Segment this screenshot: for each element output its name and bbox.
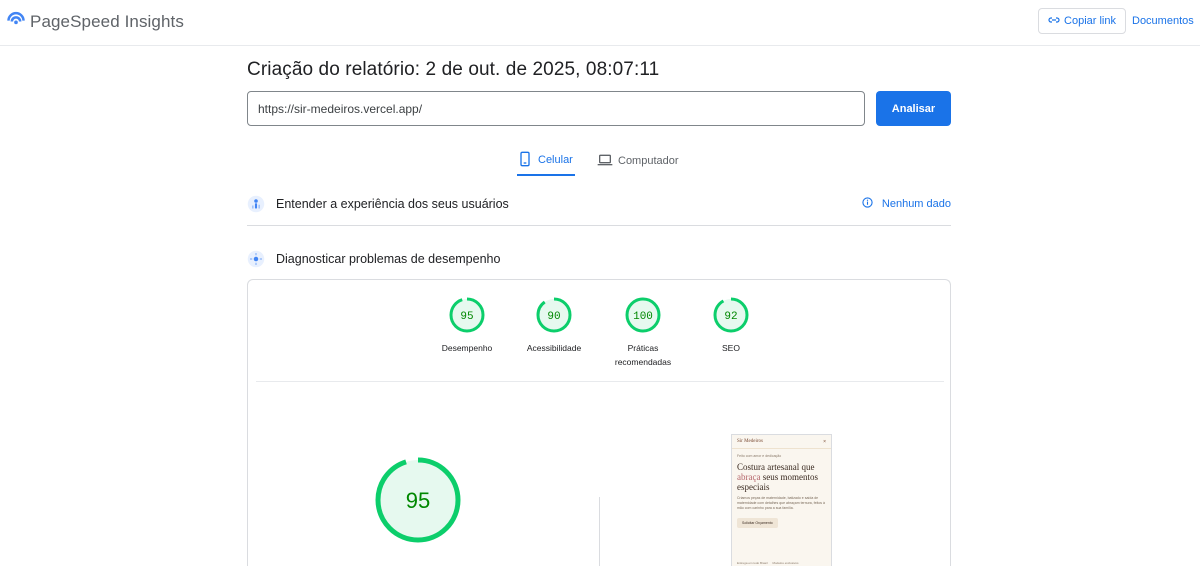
report-title: Criação do relatório: 2 de out. de 2025,…: [247, 59, 660, 80]
vertical-divider: [599, 497, 600, 566]
gauge-ring: 92: [713, 297, 749, 333]
score-value: 95: [460, 311, 473, 323]
score-gauge-best-practices[interactable]: 100 Práticas recomendadas: [608, 296, 678, 369]
diagnose-section-title: Diagnosticar problemas de desempenho: [276, 252, 501, 266]
score-gauge-accessibility[interactable]: 90 Acessibilidade: [519, 296, 589, 355]
link-icon: [1048, 14, 1064, 29]
top-bar: PageSpeed Insights Copiar link Documento…: [0, 0, 1200, 46]
preview-badge: Feito com amor e dedicação: [737, 454, 782, 458]
score-label: Acessibilidade: [526, 343, 582, 353]
no-data-label: Nenhum dado: [881, 198, 951, 210]
preview-headline: Costura artesanal que abraça seus moment…: [737, 462, 826, 492]
url-input[interactable]: [247, 91, 865, 126]
gauge-ring: 100: [625, 297, 661, 333]
score-label: SEO: [722, 343, 740, 353]
ux-section-title: Entender a experiência dos seus usuários: [276, 197, 509, 211]
users-experience-icon: [247, 195, 265, 213]
laptop-icon: [597, 152, 618, 171]
pagespeed-logo-icon: [6, 9, 26, 34]
tab-desktop[interactable]: Computador: [597, 146, 679, 176]
smartphone-icon: [517, 151, 538, 170]
ux-section-header[interactable]: Entender a experiência dos seus usuários…: [247, 189, 951, 219]
performance-main-gauge: 95: [373, 455, 463, 550]
preview-logo: Sir Medeiros: [737, 439, 763, 444]
tab-mobile[interactable]: Celular: [517, 146, 575, 176]
diagnose-section-header: Diagnosticar problemas de desempenho: [247, 244, 951, 274]
gauge-ring: 95: [449, 297, 485, 333]
preview-foot-b: Modelos exclusivos: [772, 561, 799, 565]
copy-link-button[interactable]: Copiar link: [1038, 8, 1126, 34]
app-title: PageSpeed Insights: [30, 11, 184, 31]
score-gauge-performance[interactable]: 95 Desempenho: [437, 296, 497, 355]
score-gauge-seo[interactable]: 92 SEO: [701, 296, 761, 355]
preview-headline-start: Costura artesanal que: [737, 462, 815, 472]
score-label: Práticas recomendadas: [614, 343, 672, 367]
score-value: 100: [633, 311, 653, 323]
main-gauge-ring: 95: [375, 457, 461, 543]
preview-cta: Solicitar Orçamento: [737, 518, 778, 528]
tab-mobile-label: Celular: [538, 154, 573, 166]
score-label: Desempenho: [441, 343, 493, 353]
brand[interactable]: PageSpeed Insights: [6, 9, 184, 34]
score-value: 90: [547, 311, 560, 323]
scores-card: 95 Desempenho 90 Acessibilidade 100 Prát…: [247, 279, 951, 566]
preview-footer: Entrega em todo Brasil Modelos exclusivo…: [737, 561, 799, 565]
copy-link-label: Copiar link: [1064, 15, 1116, 27]
docs-link[interactable]: Documentos: [1132, 15, 1194, 27]
preview-close-icon: ×: [823, 438, 826, 445]
card-divider: [256, 381, 944, 382]
info-icon: [862, 197, 882, 211]
diagnose-icon: [247, 250, 265, 268]
analyze-button[interactable]: Analisar: [876, 91, 951, 126]
section-divider: [247, 225, 951, 226]
preview-headline-accent: abraça: [737, 472, 761, 482]
main-score-value: 95: [406, 488, 430, 513]
no-data-indicator[interactable]: Nenhum dado: [862, 197, 951, 211]
page-screenshot-preview: Sir Medeiros × Feito com amor e dedicaçã…: [731, 434, 832, 566]
preview-header: Sir Medeiros ×: [732, 435, 831, 449]
preview-foot-a: Entrega em todo Brasil: [737, 561, 768, 565]
tab-desktop-label: Computador: [618, 155, 679, 167]
preview-body: Criamos peças de maternidade, batizado e…: [737, 496, 825, 510]
score-value: 92: [724, 311, 737, 323]
gauge-ring: 90: [536, 297, 572, 333]
